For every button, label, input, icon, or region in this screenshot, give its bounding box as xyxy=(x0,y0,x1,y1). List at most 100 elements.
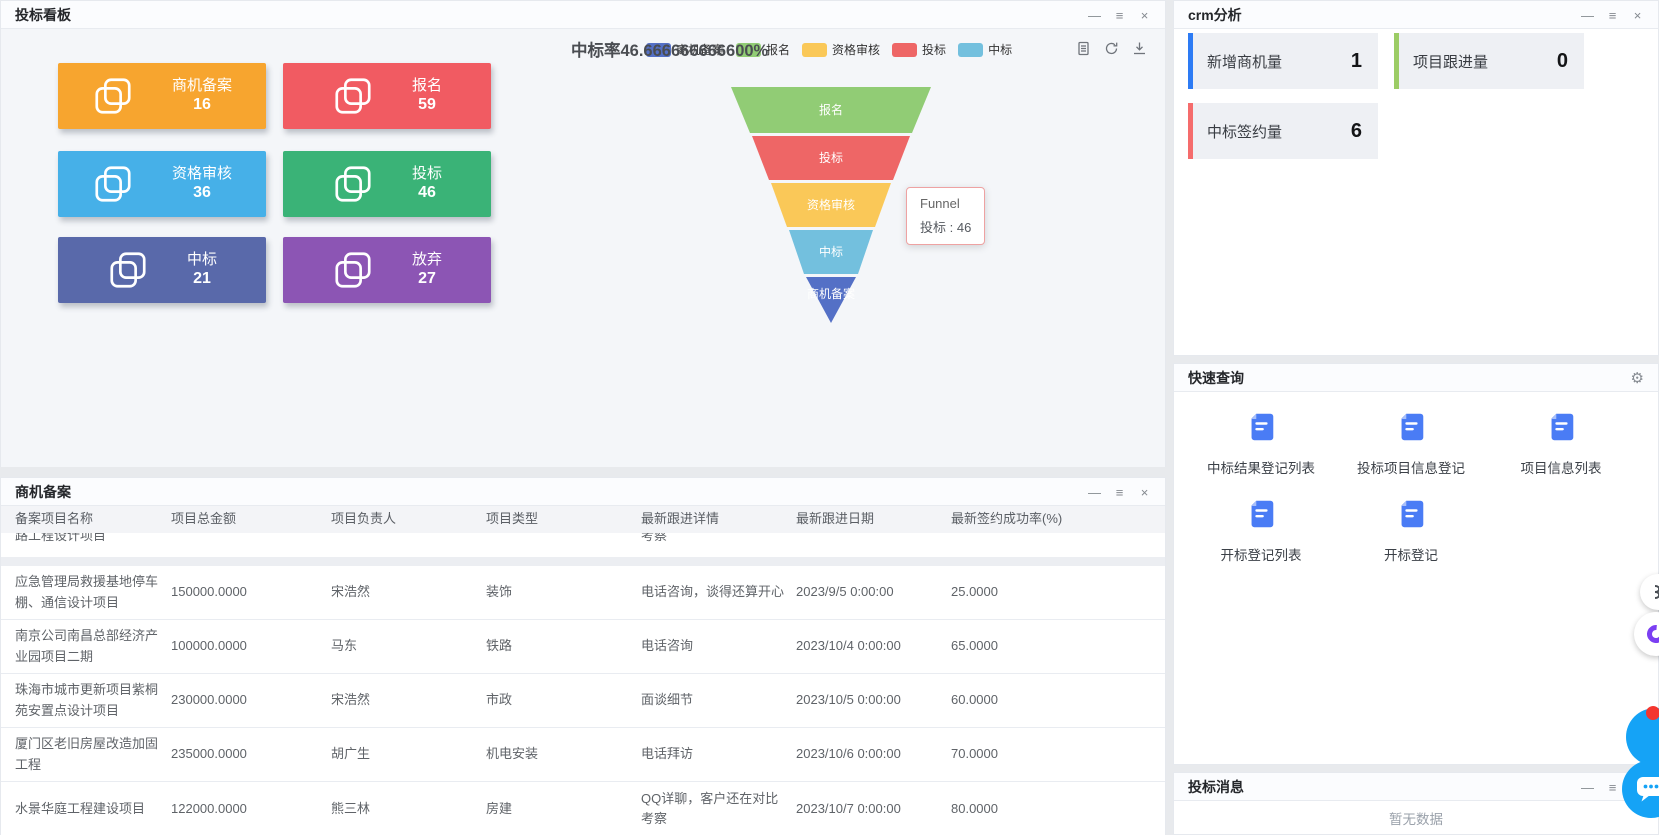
quick-link-bid-project-register[interactable]: 投标项目信息登记 xyxy=(1336,410,1486,477)
quick-query-titlebar: 快速查询 ⚙ xyxy=(1174,364,1658,392)
stack-icon xyxy=(92,75,134,117)
stat-won-contracts: 中标签约量 6 xyxy=(1188,103,1378,159)
data-view-icon[interactable] xyxy=(1076,41,1091,61)
refresh-icon[interactable] xyxy=(1104,41,1119,61)
legend-item-zhongbiao[interactable]: 中标 xyxy=(958,41,1012,58)
cell-detail: 面谈细节 xyxy=(641,690,796,710)
card-value: 59 xyxy=(412,95,442,115)
quick-link-bid-opening-register[interactable]: 开标登记 xyxy=(1336,497,1486,564)
menu-icon[interactable]: ≡ xyxy=(1107,485,1132,500)
stat-new-opportunities: 新增商机量 1 xyxy=(1188,33,1378,89)
minimize-icon[interactable]: — xyxy=(1082,485,1107,500)
crm-title: crm分析 xyxy=(1188,5,1242,25)
cell-type: 铁路 xyxy=(486,636,641,656)
document-icon xyxy=(1394,410,1428,444)
menu-icon[interactable]: ≡ xyxy=(1107,8,1132,23)
column-header: 项目总金额 xyxy=(171,509,331,529)
cell-rate: 70.0000 xyxy=(951,744,1165,764)
ring-logo-icon xyxy=(1643,621,1659,646)
card-zige-shenhe[interactable]: 资格审核36 xyxy=(58,151,266,217)
bid-board-title: 投标看板 xyxy=(15,5,71,25)
card-value: 21 xyxy=(187,269,217,289)
cell-amount: 230000.0000 xyxy=(171,690,331,710)
card-shangji-beian[interactable]: 商机备案16 xyxy=(58,63,266,129)
card-zhongbiao[interactable]: 中标21 xyxy=(58,237,266,303)
minimize-icon[interactable]: — xyxy=(1575,780,1600,795)
document-icon xyxy=(1544,410,1578,444)
cell-name: 南京公司南昌总部经济产业园项目二期 xyxy=(15,626,171,666)
records-window-controls: — ≡ × xyxy=(1082,478,1157,506)
cell-owner: 宋浩然 xyxy=(331,582,486,602)
legend-item-toubiao[interactable]: 投标 xyxy=(892,41,946,58)
bid-board-titlebar: 投标看板 — ≡ × xyxy=(1,1,1165,29)
document-icon xyxy=(1394,497,1428,531)
card-fangqi[interactable]: 放弃27 xyxy=(283,237,491,303)
card-label: 商机备案 xyxy=(172,77,232,96)
stack-icon xyxy=(332,163,374,205)
minimize-icon[interactable]: — xyxy=(1082,8,1107,23)
card-value: 36 xyxy=(172,183,232,203)
legend-item-zige-shenhe[interactable]: 资格审核 xyxy=(802,41,880,58)
crm-window-controls: — ≡ × xyxy=(1575,1,1650,29)
card-baoming[interactable]: 报名59 xyxy=(283,63,491,129)
quick-query-grid: 中标结果登记列表 投标项目信息登记 项目信息列表 开标登记列表 开标登记 xyxy=(1174,392,1658,584)
cell-detail: QQ详聊，客户还在对比考察 xyxy=(641,789,796,829)
legend-swatch xyxy=(802,43,827,57)
records-title: 商机备案 xyxy=(15,482,71,502)
panel-messages: 投标消息 — ≡ × 暂无数据 xyxy=(1173,772,1659,835)
table-row[interactable]: 水景华庭工程建设项目 122000.0000 熊三林 房建 QQ详聊，客户还在对… xyxy=(1,782,1165,835)
cell-name: 厦门区老旧房屋改造加固工程 xyxy=(15,734,171,774)
column-header: 备案项目名称 xyxy=(15,509,171,529)
cell-name: 路工程设计项目 xyxy=(15,533,171,546)
card-value: 16 xyxy=(172,95,232,115)
quick-link-project-info-list[interactable]: 项目信息列表 xyxy=(1486,410,1636,477)
cell-owner: 熊三林 xyxy=(331,799,486,819)
close-icon[interactable]: × xyxy=(1132,485,1157,500)
stack-icon xyxy=(332,75,374,117)
stat-project-followups: 项目跟进量 0 xyxy=(1394,33,1584,89)
cell-rate: 65.0000 xyxy=(951,636,1165,656)
table-row[interactable]: 南京公司南昌总部经济产业园项目二期 100000.0000 马东 铁路 电话咨询… xyxy=(1,620,1165,674)
funnel-label: 投标 xyxy=(819,150,843,165)
tooltip-value: 投标 : 46 xyxy=(920,217,971,236)
cell-type: 机电安装 xyxy=(486,744,641,764)
funnel-label: 中标 xyxy=(819,244,843,259)
close-icon[interactable]: × xyxy=(1132,8,1157,23)
cell-type: 装饰 xyxy=(486,582,641,602)
table-row[interactable]: 珠海市城市更新项目紫桐苑安置点设计项目 230000.0000 宋浩然 市政 面… xyxy=(1,674,1165,728)
close-icon[interactable]: × xyxy=(1625,8,1650,23)
crm-titlebar: crm分析 — ≡ × xyxy=(1174,1,1658,29)
column-header: 最新跟进详情 xyxy=(641,509,796,529)
cell-detail: 考察 xyxy=(641,533,796,546)
table-row-partial[interactable]: 路工程设计项目 考察 xyxy=(1,533,1165,557)
column-header: 最新签约成功率(%) xyxy=(951,509,1165,529)
funnel-label: 资格审核 xyxy=(807,197,855,212)
chart-toolbox xyxy=(1076,41,1147,61)
legend-swatch xyxy=(958,43,983,57)
cell-detail: 电话咨询 xyxy=(641,636,796,656)
table-row[interactable]: 应急管理局救援基地停车棚、通信设计项目 150000.0000 宋浩然 装饰 电… xyxy=(1,566,1165,620)
messages-titlebar: 投标消息 — ≡ × xyxy=(1174,773,1658,801)
menu-icon[interactable]: ≡ xyxy=(1600,8,1625,23)
cell-date: 2023/10/4 0:00:00 xyxy=(796,636,951,656)
row-divider xyxy=(1,557,1165,566)
card-toubiao[interactable]: 投标46 xyxy=(283,151,491,217)
minimize-icon[interactable]: — xyxy=(1575,8,1600,23)
cell-amount: 122000.0000 xyxy=(171,799,331,819)
notification-badge xyxy=(1646,706,1659,720)
table-row[interactable]: 厦门区老旧房屋改造加固工程 235000.0000 胡广生 机电安装 电话拜访 … xyxy=(1,728,1165,782)
stack-icon xyxy=(107,249,149,291)
cell-date: 2023/10/7 0:00:00 xyxy=(796,799,951,819)
cell-date: 2023/10/6 0:00:00 xyxy=(796,744,951,764)
gear-icon[interactable]: ⚙ xyxy=(1631,369,1644,387)
records-titlebar: 商机备案 — ≡ × xyxy=(1,478,1165,506)
quick-link-bid-opening-list[interactable]: 开标登记列表 xyxy=(1186,497,1336,564)
bid-board-body: 商机备案16 报名59 资格审核36 投标46 中标21 放弃27 xyxy=(1,29,1165,467)
quick-query-title: 快速查询 xyxy=(1188,368,1244,388)
download-icon[interactable] xyxy=(1132,41,1147,61)
card-value: 46 xyxy=(412,183,442,203)
squiggle-icon xyxy=(1650,584,1659,600)
quick-link-win-result-list[interactable]: 中标结果登记列表 xyxy=(1186,410,1336,477)
column-header: 最新跟进日期 xyxy=(796,509,951,529)
messages-title: 投标消息 xyxy=(1188,777,1244,797)
